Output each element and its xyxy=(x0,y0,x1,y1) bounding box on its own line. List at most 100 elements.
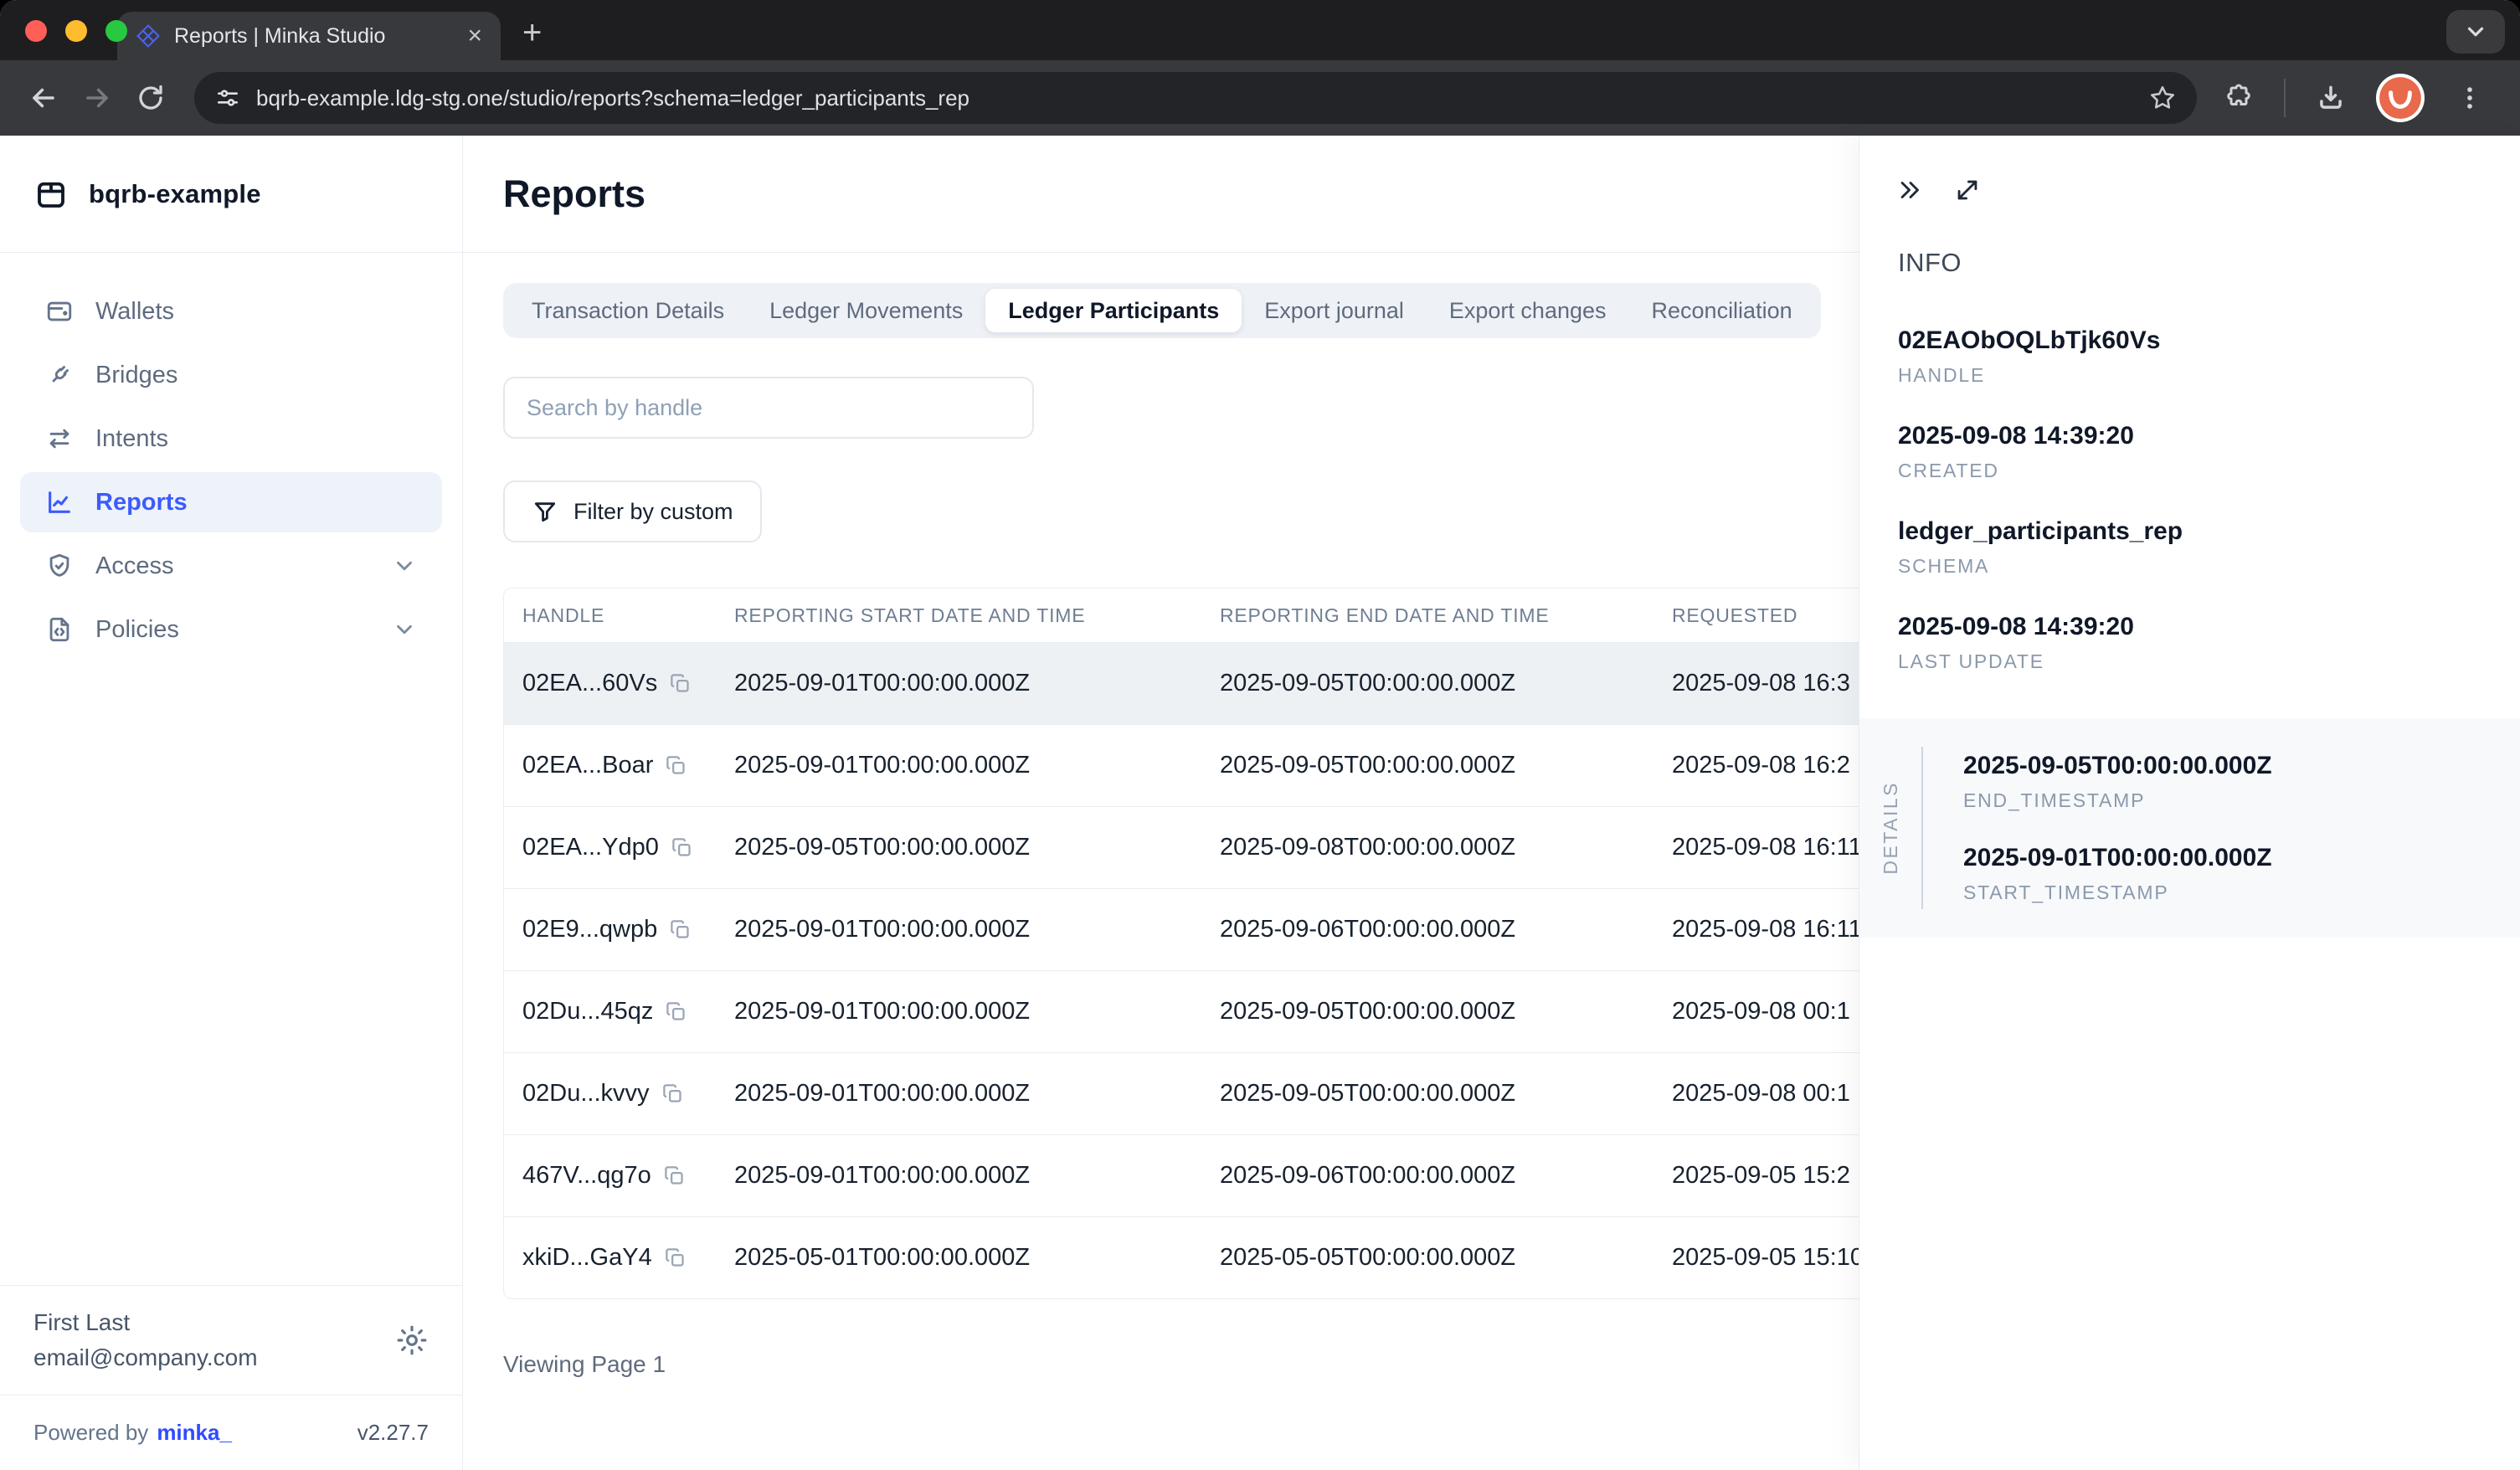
row-start: 2025-09-01T00:00:00.000Z xyxy=(716,888,1201,970)
row-handle: 02Du...kvvy xyxy=(522,1080,650,1108)
details-entry-end: 2025-09-05T00:00:00.000Z END_TIMESTAMP xyxy=(1963,752,2272,812)
bookmark-star-icon[interactable] xyxy=(2148,84,2177,112)
user-block: First Last email@company.com xyxy=(0,1285,462,1395)
extensions-button[interactable] xyxy=(2215,75,2262,121)
tab-search-button[interactable] xyxy=(2446,10,2505,54)
info-entry-schema: ledger_participants_rep SCHEMA xyxy=(1898,517,2520,578)
copy-icon[interactable] xyxy=(664,1246,687,1269)
browser-menu-button[interactable] xyxy=(2446,75,2493,121)
details-value: 2025-09-05T00:00:00.000Z xyxy=(1963,752,2272,780)
collapse-panel-button[interactable] xyxy=(1896,176,1925,204)
sidebar-item-bridges[interactable]: Bridges xyxy=(20,345,442,405)
row-end: 2025-09-05T00:00:00.000Z xyxy=(1201,642,1653,724)
url-bar[interactable]: bqrb-example.ldg-stg.one/studio/reports?… xyxy=(194,72,2197,124)
settings-button[interactable] xyxy=(395,1324,429,1357)
table-row[interactable]: 02EA...Ydp0 2025-09-05T00:00:00.000Z 202… xyxy=(504,806,2019,888)
tab-ledger-participants[interactable]: Ledger Participants xyxy=(985,289,1242,332)
funnel-icon xyxy=(532,498,558,525)
sidebar-item-label: Reports xyxy=(95,489,188,517)
user-name: First Last xyxy=(33,1309,395,1336)
info-entry-created: 2025-09-08 14:39:20 CREATED xyxy=(1898,422,2520,482)
table-row[interactable]: 467V...qg7o 2025-09-01T00:00:00.000Z 202… xyxy=(504,1134,2019,1216)
tab-transaction-details[interactable]: Transaction Details xyxy=(509,289,747,332)
tab-reconciliation[interactable]: Reconciliation xyxy=(1629,289,1815,332)
downloads-button[interactable] xyxy=(2307,75,2354,121)
browser-tabstrip: Reports | Minka Studio × + xyxy=(0,0,2520,60)
url-text[interactable]: bqrb-example.ldg-stg.one/studio/reports?… xyxy=(256,85,2133,111)
table-row[interactable]: 02E9...qwpb 2025-09-01T00:00:00.000Z 202… xyxy=(504,888,2019,970)
copy-icon[interactable] xyxy=(671,836,693,859)
toolbar-divider xyxy=(2284,79,2286,117)
column-header-end: REPORTING END DATE AND TIME xyxy=(1201,589,1653,642)
sidebar-item-wallets[interactable]: Wallets xyxy=(20,281,442,342)
tab-export-journal[interactable]: Export journal xyxy=(1242,289,1427,332)
chevron-down-icon[interactable] xyxy=(392,617,417,642)
reload-button[interactable] xyxy=(127,75,174,121)
close-window-button[interactable] xyxy=(25,20,47,42)
sidebar-item-label: Intents xyxy=(95,425,168,453)
row-end: 2025-05-05T00:00:00.000Z xyxy=(1201,1216,1653,1298)
info-value: 2025-09-08 14:39:20 xyxy=(1898,422,2520,450)
sidebar-item-intents[interactable]: Intents xyxy=(20,409,442,469)
back-arrow-icon xyxy=(28,82,59,114)
ledger-brand[interactable]: bqrb-example xyxy=(0,136,462,253)
forward-arrow-icon xyxy=(81,82,113,114)
table-row[interactable]: xkiD...GaY4 2025-05-01T00:00:00.000Z 202… xyxy=(504,1216,2019,1298)
row-start: 2025-09-05T00:00:00.000Z xyxy=(716,806,1201,888)
back-button[interactable] xyxy=(20,75,67,121)
sidebar-item-policies[interactable]: Policies xyxy=(20,599,442,660)
maximize-window-button[interactable] xyxy=(105,20,127,42)
window-controls xyxy=(25,20,127,42)
wallet-icon xyxy=(45,297,74,326)
forward-button[interactable] xyxy=(74,75,121,121)
profile-avatar[interactable] xyxy=(2376,74,2425,122)
tab-export-changes[interactable]: Export changes xyxy=(1427,289,1629,332)
copy-icon[interactable] xyxy=(661,1082,684,1105)
sidebar-item-access[interactable]: Access xyxy=(20,536,442,596)
row-end: 2025-09-06T00:00:00.000Z xyxy=(1201,1134,1653,1216)
swap-arrows-icon xyxy=(45,424,74,453)
expand-diagonal-icon xyxy=(1953,176,1982,204)
copy-icon[interactable] xyxy=(665,1000,687,1023)
table-row[interactable]: 02Du...kvvy 2025-09-01T00:00:00.000Z 202… xyxy=(504,1052,2019,1134)
table-row[interactable]: 02EA...60Vs 2025-09-01T00:00:00.000Z 202… xyxy=(504,642,2019,724)
sidebar-item-reports[interactable]: Reports xyxy=(20,472,442,532)
row-handle: 02EA...Ydp0 xyxy=(522,834,659,861)
row-end: 2025-09-05T00:00:00.000Z xyxy=(1201,1052,1653,1134)
expand-panel-button[interactable] xyxy=(1953,176,1982,204)
page-title: Reports xyxy=(503,172,645,216)
copy-icon[interactable] xyxy=(665,754,687,777)
reports-table: HANDLE REPORTING START DATE AND TIME REP… xyxy=(503,588,2020,1299)
copy-icon[interactable] xyxy=(663,1164,686,1187)
download-icon xyxy=(2315,82,2347,114)
tab-ledger-movements[interactable]: Ledger Movements xyxy=(747,289,985,332)
chart-line-icon xyxy=(45,488,74,517)
copy-icon[interactable] xyxy=(669,918,692,941)
minimize-window-button[interactable] xyxy=(65,20,87,42)
info-panel: INFO 02EAObOQLbTjk60Vs HANDLE 2025-09-08… xyxy=(1859,136,2520,1470)
filter-by-custom-button[interactable]: Filter by custom xyxy=(503,481,762,542)
close-tab-icon[interactable]: × xyxy=(467,23,482,49)
browser-window: Reports | Minka Studio × + bqrb-example.… xyxy=(0,0,2520,1470)
row-end: 2025-09-08T00:00:00.000Z xyxy=(1201,806,1653,888)
chevron-down-icon[interactable] xyxy=(392,553,417,578)
row-end: 2025-09-05T00:00:00.000Z xyxy=(1201,724,1653,806)
browser-tab[interactable]: Reports | Minka Studio × xyxy=(117,12,501,60)
details-vertical-label: DETAILS xyxy=(1880,781,1902,875)
info-label: LAST UPDATE xyxy=(1898,650,2520,673)
table-row[interactable]: 02EA...Boar 2025-09-01T00:00:00.000Z 202… xyxy=(504,724,2019,806)
site-settings-icon[interactable] xyxy=(214,85,241,111)
user-email: email@company.com xyxy=(33,1344,395,1371)
browser-toolbar: bqrb-example.ldg-stg.one/studio/reports?… xyxy=(0,60,2520,136)
new-tab-button[interactable]: + xyxy=(522,14,542,52)
info-entry-handle: 02EAObOQLbTjk60Vs HANDLE xyxy=(1898,326,2520,387)
row-end: 2025-09-06T00:00:00.000Z xyxy=(1201,888,1653,970)
search-input[interactable] xyxy=(503,377,1034,439)
minka-link[interactable]: minka_ xyxy=(157,1420,232,1446)
table-row[interactable]: 02Du...45qz 2025-09-01T00:00:00.000Z 202… xyxy=(504,970,2019,1052)
copy-icon[interactable] xyxy=(669,672,692,695)
row-handle: 02EA...Boar xyxy=(522,752,653,779)
puzzle-icon xyxy=(2224,83,2254,113)
details-value: 2025-09-01T00:00:00.000Z xyxy=(1963,844,2272,872)
shield-check-icon xyxy=(45,552,74,580)
